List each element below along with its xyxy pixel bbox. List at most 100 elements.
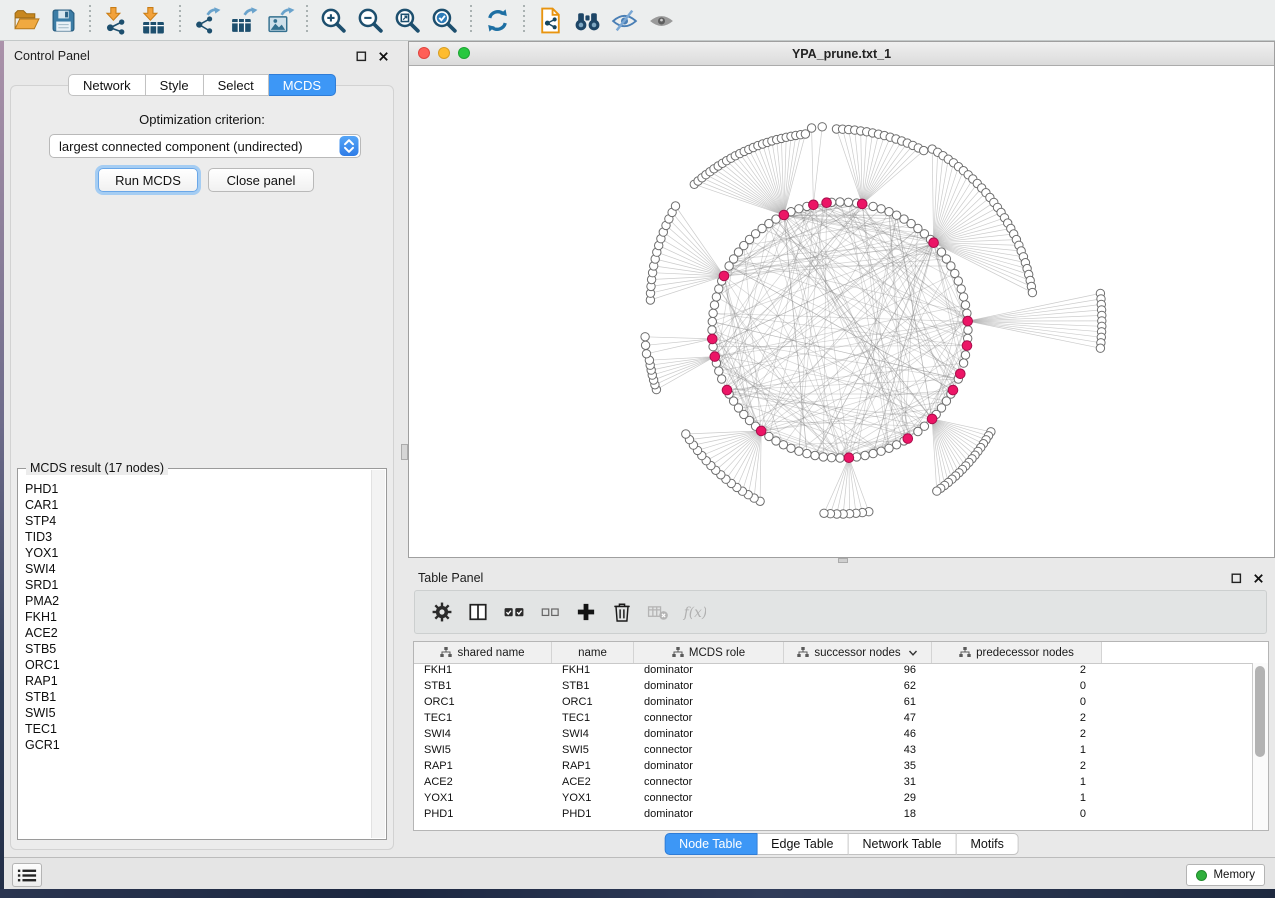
export-image-icon[interactable] <box>262 4 299 37</box>
cell-MCDS-role: dominator <box>634 759 784 775</box>
float-icon[interactable] <box>1229 571 1243 585</box>
tab-node-table[interactable]: Node Table <box>664 833 757 855</box>
network-canvas[interactable] <box>409 66 1274 558</box>
select-all-icon[interactable] <box>499 597 528 627</box>
export-network-icon[interactable] <box>188 4 225 37</box>
delete-column-icon[interactable] <box>607 597 636 627</box>
settings-gear-icon[interactable] <box>427 597 456 627</box>
run-mcds-button[interactable]: Run MCDS <box>98 168 198 192</box>
mcds-result-item[interactable]: YOX1 <box>25 545 370 561</box>
column-label: successor nodes <box>814 647 900 659</box>
column-header-predecessor-nodes[interactable]: predecessor nodes <box>932 642 1102 663</box>
table-row[interactable]: TEC1TEC1connector472 <box>414 711 1253 727</box>
table-row[interactable]: ACE2ACE2connector311 <box>414 775 1253 791</box>
table-panel-title: Table Panel <box>418 571 1221 585</box>
vertical-splitter-handle[interactable] <box>401 444 408 460</box>
close-panel-button[interactable]: Close panel <box>208 168 314 192</box>
function-builder-icon: f(x) <box>679 597 708 627</box>
zoom-selected-icon[interactable] <box>426 4 463 37</box>
cell-MCDS-role: dominator <box>634 679 784 695</box>
tab-select[interactable]: Select <box>204 74 269 96</box>
mcds-list-scrollbar[interactable] <box>371 470 385 838</box>
column-header-MCDS-role[interactable]: MCDS role <box>634 642 784 663</box>
mcds-result-item[interactable]: SWI5 <box>25 705 370 721</box>
mcds-result-item[interactable]: GCR1 <box>25 737 370 753</box>
zoom-in-icon[interactable] <box>315 4 352 37</box>
table-row[interactable]: STB1STB1dominator620 <box>414 679 1253 695</box>
vertical-splitter[interactable] <box>400 41 408 857</box>
zoom-fit-icon[interactable] <box>389 4 426 37</box>
close-icon[interactable] <box>376 49 390 63</box>
table-row[interactable]: PHD1PHD1dominator180 <box>414 807 1253 823</box>
task-history-button[interactable] <box>12 863 42 887</box>
refresh-layout-icon[interactable] <box>479 4 516 37</box>
mcds-result-item[interactable]: STB5 <box>25 641 370 657</box>
cell-name: YOX1 <box>552 791 634 807</box>
save-session-icon[interactable] <box>45 4 82 37</box>
import-table-icon[interactable] <box>135 4 172 37</box>
toggle-columns-icon[interactable] <box>463 597 492 627</box>
mcds-result-item[interactable]: STB1 <box>25 689 370 705</box>
mcds-result-item[interactable]: TID3 <box>25 529 370 545</box>
tab-network-table[interactable]: Network Table <box>849 833 957 855</box>
table-row[interactable]: FKH1FKH1dominator962 <box>414 663 1253 679</box>
table-row[interactable]: RAP1RAP1dominator352 <box>414 759 1253 775</box>
maximize-window-icon[interactable] <box>458 47 470 59</box>
network-view-window: YPA_prune.txt_1 <box>408 41 1275 558</box>
mcds-result-item[interactable]: PMA2 <box>25 593 370 609</box>
shared-column-icon <box>959 647 971 658</box>
network-window-titlebar[interactable]: YPA_prune.txt_1 <box>409 42 1274 66</box>
column-header-name[interactable]: name <box>552 642 634 663</box>
cell-successor-nodes: 61 <box>784 695 932 711</box>
mcds-result-item[interactable]: FKH1 <box>25 609 370 625</box>
close-icon[interactable] <box>1251 571 1265 585</box>
minimize-window-icon[interactable] <box>438 47 450 59</box>
memory-button[interactable]: Memory <box>1186 864 1265 886</box>
new-network-from-selection-icon[interactable] <box>532 4 569 37</box>
mcds-result-item[interactable]: TEC1 <box>25 721 370 737</box>
cell-predecessor-nodes: 1 <box>932 775 1102 791</box>
column-label: MCDS role <box>689 647 745 659</box>
export-table-icon[interactable] <box>225 4 262 37</box>
table-scrollbar[interactable] <box>1252 663 1268 830</box>
float-icon[interactable] <box>354 49 368 63</box>
cell-shared-name: ORC1 <box>414 695 552 711</box>
table-row[interactable]: SWI5SWI5connector431 <box>414 743 1253 759</box>
tab-edge-table[interactable]: Edge Table <box>757 833 848 855</box>
tab-style[interactable]: Style <box>146 74 204 96</box>
cell-successor-nodes: 18 <box>784 807 932 823</box>
mcds-result-item[interactable]: ACE2 <box>25 625 370 641</box>
hide-selected-icon[interactable] <box>606 4 643 37</box>
table-row[interactable]: ORC1ORC1dominator610 <box>414 695 1253 711</box>
tab-network[interactable]: Network <box>68 74 146 96</box>
cell-successor-nodes: 31 <box>784 775 932 791</box>
zoom-out-icon[interactable] <box>352 4 389 37</box>
cell-shared-name: ACE2 <box>414 775 552 791</box>
mcds-result-list[interactable]: PHD1CAR1STP4TID3YOX1SWI4SRD1PMA2FKH1ACE2… <box>25 481 370 837</box>
mcds-result-item[interactable]: RAP1 <box>25 673 370 689</box>
cell-name: FKH1 <box>552 663 634 679</box>
cell-successor-nodes: 46 <box>784 727 932 743</box>
mcds-result-item[interactable]: PHD1 <box>25 481 370 497</box>
table-scrollbar-thumb[interactable] <box>1255 666 1265 757</box>
mcds-result-item[interactable]: CAR1 <box>25 497 370 513</box>
table-row[interactable]: SWI4SWI4dominator462 <box>414 727 1253 743</box>
table-row[interactable]: YOX1YOX1connector291 <box>414 791 1253 807</box>
open-session-icon[interactable] <box>8 4 45 37</box>
add-column-icon[interactable] <box>571 597 600 627</box>
find-icon[interactable] <box>569 4 606 37</box>
tab-motifs[interactable]: Motifs <box>956 833 1018 855</box>
import-network-icon[interactable] <box>98 4 135 37</box>
mcds-result-item[interactable]: ORC1 <box>25 657 370 673</box>
mcds-result-item[interactable]: SWI4 <box>25 561 370 577</box>
deselect-all-icon[interactable] <box>535 597 564 627</box>
optimization-criterion-dropdown[interactable]: largest connected component (undirected) <box>49 134 361 158</box>
column-header-successor-nodes[interactable]: successor nodes <box>784 642 932 663</box>
column-header-shared-name[interactable]: shared name <box>414 642 552 663</box>
cell-shared-name: FKH1 <box>414 663 552 679</box>
network-graph[interactable] <box>409 66 1274 558</box>
mcds-result-item[interactable]: SRD1 <box>25 577 370 593</box>
close-window-icon[interactable] <box>418 47 430 59</box>
tab-mcds[interactable]: MCDS <box>269 74 336 96</box>
mcds-result-item[interactable]: STP4 <box>25 513 370 529</box>
